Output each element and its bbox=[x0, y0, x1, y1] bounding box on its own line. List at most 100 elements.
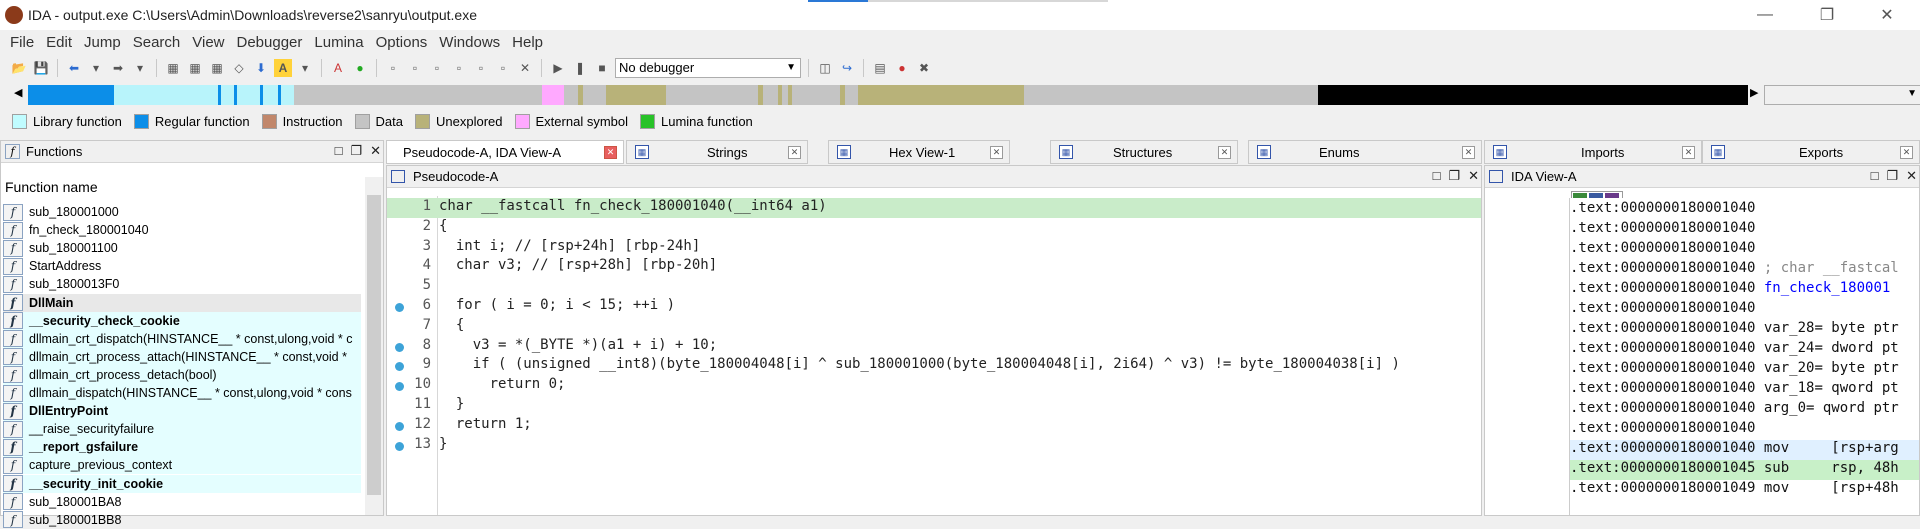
text-color-dropdown-icon[interactable]: ▾ bbox=[296, 59, 314, 77]
disassembly-view[interactable]: .text:0000000180001040 .text:00000001800… bbox=[1569, 198, 1919, 515]
function-list-item[interactable]: f __security_check_cookie bbox=[3, 311, 361, 330]
function-list-item[interactable]: f dllmain_crt_process_detach(bool) bbox=[3, 365, 361, 384]
restore-button[interactable]: ❐ bbox=[1804, 0, 1850, 30]
open-icon[interactable]: 📂 bbox=[10, 59, 28, 77]
menu-search[interactable]: Search bbox=[133, 34, 181, 51]
code-line[interactable]: 6 for ( i = 0; i < 15; ++i ) bbox=[387, 297, 1481, 317]
minimize-button[interactable]: — bbox=[1742, 0, 1788, 30]
menu-windows[interactable]: Windows bbox=[439, 34, 500, 51]
maximize-icon[interactable]: □ bbox=[335, 143, 343, 159]
menu-lumina[interactable]: Lumina bbox=[314, 34, 363, 51]
breakpoint-dot-icon[interactable] bbox=[395, 303, 404, 312]
disasm-row[interactable]: .text:0000000180001040 bbox=[1570, 300, 1919, 320]
tab-item[interactable]: Pseudocode-A, IDA View-A ✕ bbox=[386, 140, 624, 164]
close-icon[interactable]: ✕ bbox=[370, 143, 381, 159]
make-unknown-icon[interactable]: ▫ bbox=[472, 59, 490, 77]
tab-close-icon[interactable]: ✕ bbox=[788, 146, 801, 159]
function-list-item[interactable]: f DllMain bbox=[3, 293, 361, 312]
maximize-icon[interactable]: □ bbox=[1433, 168, 1441, 184]
breakpoint-dot-icon[interactable] bbox=[395, 421, 404, 431]
disasm-row[interactable]: .text:0000000180001040 var_24= dword pt bbox=[1570, 340, 1919, 360]
disasm-row[interactable]: .text:0000000180001040 bbox=[1570, 220, 1919, 240]
function-list-item[interactable]: f sub_180001BB8 bbox=[3, 511, 361, 529]
make-data-icon[interactable]: ▫ bbox=[406, 59, 424, 77]
function-list-item[interactable]: f __report_gsfailure bbox=[3, 438, 361, 457]
delete-breakpoint-icon[interactable]: ✖ bbox=[915, 59, 933, 77]
debugger-select[interactable]: No debugger ▼ bbox=[615, 58, 801, 78]
breakpoint-dot-icon[interactable] bbox=[395, 441, 404, 451]
code-line[interactable]: 2{ bbox=[387, 218, 1481, 238]
code-line[interactable]: 4 char v3; // [rsp+28h] [rbp-20h] bbox=[387, 257, 1481, 277]
code-line[interactable]: 11 } bbox=[387, 396, 1481, 416]
close-button[interactable]: ✕ bbox=[1864, 0, 1910, 30]
tab-item[interactable]: ▦ Enums ✕ bbox=[1248, 140, 1482, 164]
function-list-item[interactable]: f fn_check_180001040 bbox=[3, 221, 361, 239]
pseudocode-view[interactable]: 1 char __fastcall fn_check_180001040(__in… bbox=[387, 196, 1481, 515]
code-line[interactable]: 12 return 1; bbox=[387, 416, 1481, 436]
undefine-icon[interactable]: ✕ bbox=[516, 59, 534, 77]
navigation-zoom-select[interactable]: ▼ bbox=[1764, 85, 1920, 105]
function-list-item[interactable]: f dllmain_dispatch(HINSTANCE__ * const,ul… bbox=[3, 384, 361, 402]
function-list-item[interactable]: f sub_180001100 bbox=[3, 239, 361, 257]
function-list-item[interactable]: f sub_180001000 bbox=[3, 203, 361, 221]
disasm-row[interactable]: .text:0000000180001040 bbox=[1570, 240, 1919, 260]
menu-debugger[interactable]: Debugger bbox=[237, 34, 303, 51]
tab-close-icon[interactable]: ✕ bbox=[1682, 146, 1695, 159]
menu-options[interactable]: Options bbox=[376, 34, 428, 51]
nav-left-arrow-icon[interactable]: ◀ bbox=[14, 86, 22, 99]
search-next-icon[interactable]: ▦ bbox=[208, 59, 226, 77]
make-code-icon[interactable]: ▫ bbox=[384, 59, 402, 77]
make-array-icon[interactable]: ▫ bbox=[450, 59, 468, 77]
code-line[interactable]: 7 { bbox=[387, 317, 1481, 337]
pause-icon[interactable]: ❚ bbox=[571, 59, 589, 77]
disasm-row[interactable]: .text:0000000180001040 var_28= byte ptr bbox=[1570, 320, 1919, 340]
function-name-column-header[interactable]: Function name bbox=[5, 179, 98, 195]
function-list-item[interactable]: f dllmain_crt_process_attach(HINSTANCE__ … bbox=[3, 347, 361, 366]
function-list-item[interactable]: f __security_init_cookie bbox=[3, 474, 361, 493]
float-icon[interactable]: ❐ bbox=[1886, 168, 1898, 184]
attach-icon[interactable]: ◫ bbox=[816, 59, 834, 77]
function-list-item[interactable]: f sub_180001BA8 bbox=[3, 493, 361, 511]
function-list-item[interactable]: f __raise_securityfailure bbox=[3, 420, 361, 439]
forward-dropdown-icon[interactable]: ▾ bbox=[131, 59, 149, 77]
tab-close-icon[interactable]: ✕ bbox=[1900, 146, 1913, 159]
menu-file[interactable]: File bbox=[10, 34, 34, 51]
tab-item[interactable]: ▦ Exports ✕ bbox=[1702, 140, 1920, 164]
back-icon[interactable]: ⬅ bbox=[65, 59, 83, 77]
navigation-bar[interactable] bbox=[28, 85, 1748, 105]
disasm-row[interactable]: .text:0000000180001040 fn_check_180001 bbox=[1570, 280, 1919, 300]
save-icon[interactable]: 💾 bbox=[32, 59, 50, 77]
nav-right-arrow-icon[interactable]: ▶ bbox=[1750, 86, 1758, 99]
code-line[interactable]: 13} bbox=[387, 436, 1481, 456]
stop-icon[interactable]: ■ bbox=[593, 59, 611, 77]
add-breakpoint-icon[interactable]: ● bbox=[893, 59, 911, 77]
tab-close-icon[interactable]: ✕ bbox=[1462, 146, 1475, 159]
float-icon[interactable]: ❐ bbox=[350, 143, 362, 159]
tab-item[interactable]: ▦ Strings ✕ bbox=[626, 140, 808, 164]
tab-item[interactable]: ▦ Structures ✕ bbox=[1050, 140, 1238, 164]
menu-help[interactable]: Help bbox=[512, 34, 543, 51]
text-search-icon[interactable]: ▦ bbox=[186, 59, 204, 77]
scroll-thumb[interactable] bbox=[367, 195, 381, 495]
function-list-item[interactable]: f StartAddress bbox=[3, 257, 361, 275]
play-icon[interactable]: ▶ bbox=[549, 59, 567, 77]
maximize-icon[interactable]: □ bbox=[1871, 168, 1879, 184]
menu-jump[interactable]: Jump bbox=[84, 34, 121, 51]
disasm-row[interactable]: .text:0000000180001040 var_20= byte ptr bbox=[1570, 360, 1919, 380]
disasm-row[interactable]: .text:0000000180001040 arg_0= qword ptr bbox=[1570, 400, 1919, 420]
functions-scrollbar[interactable] bbox=[365, 177, 383, 515]
tab-item[interactable]: ▦ Hex View-1 ✕ bbox=[828, 140, 1010, 164]
close-icon[interactable]: ✕ bbox=[1468, 168, 1479, 184]
breakpoint-dot-icon[interactable] bbox=[395, 362, 404, 372]
tab-close-icon[interactable]: ✕ bbox=[990, 146, 1003, 159]
function-list-item[interactable]: f sub_1800013F0 bbox=[3, 275, 361, 293]
make-function-icon[interactable]: ▫ bbox=[494, 59, 512, 77]
code-line[interactable]: 3 int i; // [rsp+24h] [rbp-24h] bbox=[387, 238, 1481, 258]
breakpoint-dot-icon[interactable] bbox=[395, 342, 404, 352]
code-line[interactable]: 8 v3 = *(_BYTE *)(a1 + i) + 10; bbox=[387, 337, 1481, 357]
graph-status-icon[interactable]: ● bbox=[351, 59, 369, 77]
code-line[interactable]: 10 return 0; bbox=[387, 376, 1481, 396]
disasm-row[interactable]: .text:0000000180001040 bbox=[1570, 420, 1919, 440]
float-icon[interactable]: ❐ bbox=[1448, 168, 1460, 184]
tab-item[interactable]: ▦ Imports ✕ bbox=[1484, 140, 1702, 164]
